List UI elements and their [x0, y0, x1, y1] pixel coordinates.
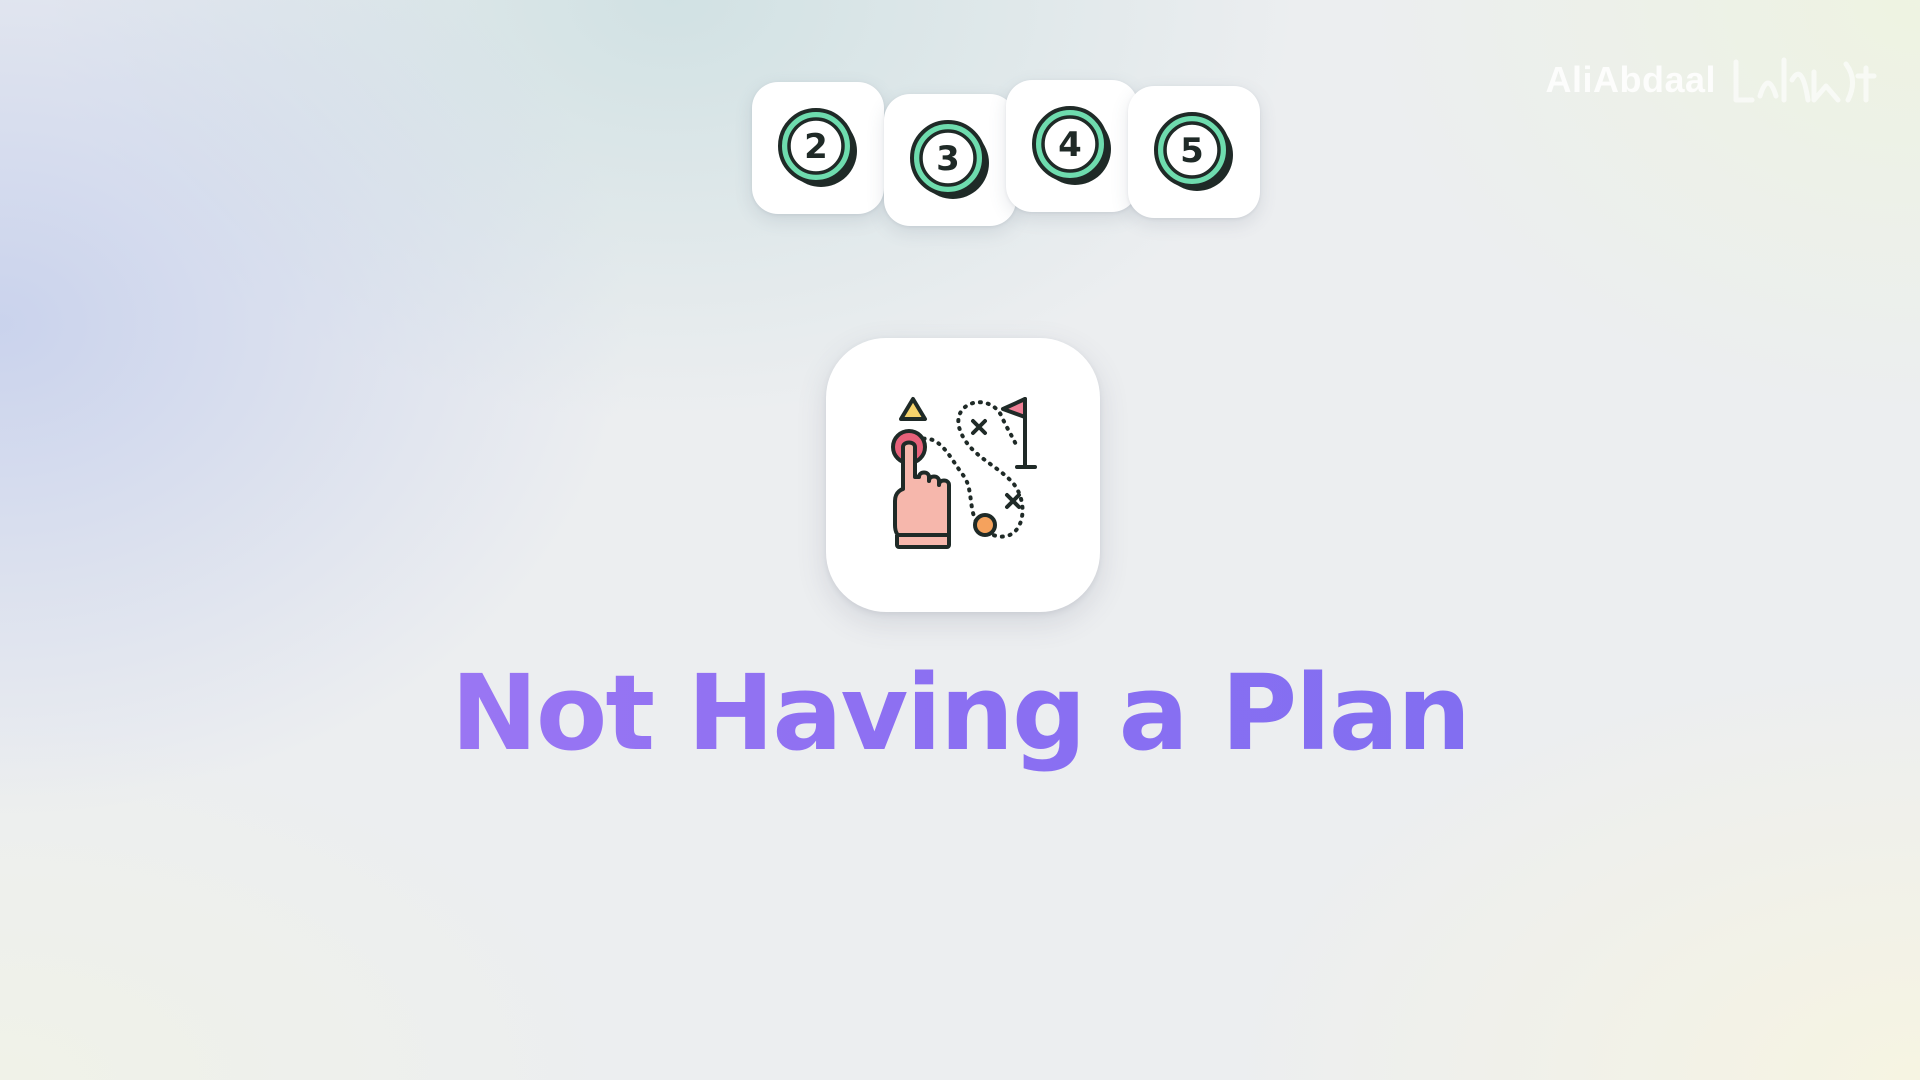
- step-number: 3: [936, 139, 960, 179]
- watermark-text: AliAbdaal: [1545, 59, 1716, 100]
- step-number: 2: [804, 127, 828, 167]
- step-number: 5: [1180, 131, 1204, 171]
- strategy-map-icon: [891, 397, 1037, 549]
- number-coin-icon: 3: [910, 120, 989, 199]
- number-coin-icon: 4: [1032, 106, 1111, 185]
- step-number: 4: [1058, 125, 1082, 165]
- step-badge-3: 3: [884, 94, 1016, 226]
- step-badge-4: 4: [1006, 80, 1138, 212]
- main-icon-card: [826, 338, 1100, 612]
- step-badge-2: 2: [752, 82, 884, 214]
- page-title: Not Having a Plan: [0, 648, 1920, 778]
- step-badge-5: 5: [1128, 86, 1260, 218]
- signature-logo-icon: [1733, 57, 1877, 103]
- number-coin-icon: 5: [1154, 112, 1233, 191]
- watermark: AliAbdaal: [1545, 50, 1880, 110]
- number-coin-icon: 2: [778, 108, 857, 187]
